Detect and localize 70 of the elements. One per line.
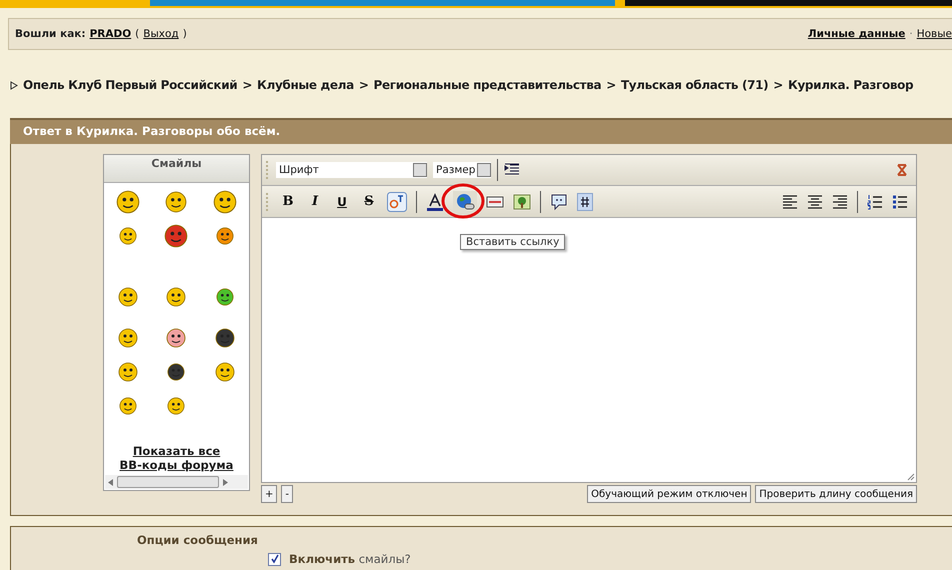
- triangle-icon: [10, 80, 18, 90]
- format-button[interactable]: S: [360, 192, 378, 212]
- image-icon[interactable]: [513, 194, 531, 210]
- smiley-icon[interactable]: [165, 191, 188, 213]
- breadcrumb-link[interactable]: Тульская область (71): [620, 78, 768, 92]
- paren: (: [135, 28, 140, 40]
- smilies-title: Смайлы: [104, 155, 249, 183]
- action-button[interactable]: Обучающий режим отключен: [587, 485, 752, 503]
- action-button[interactable]: Проверить длину сообщения: [755, 485, 917, 503]
- message-textarea[interactable]: Вставить ссылку: [262, 218, 916, 482]
- smiley-icon[interactable]: [116, 190, 140, 214]
- show-all-link[interactable]: Показать все: [132, 444, 220, 458]
- username-link[interactable]: PRADO: [90, 28, 132, 40]
- align-center-icon[interactable]: [807, 194, 823, 208]
- nav-link[interactable]: Новые: [916, 28, 952, 40]
- separator-dot: ·: [909, 28, 913, 40]
- smiley-icon[interactable]: [118, 328, 138, 348]
- smiley-icon[interactable]: [166, 328, 186, 348]
- bbcodes-link[interactable]: BB-коды форума: [120, 458, 234, 472]
- tooltip: Вставить ссылку: [460, 234, 566, 250]
- logout-link[interactable]: Выход: [143, 28, 179, 40]
- format-button[interactable]: U: [333, 192, 351, 212]
- smiley-icon[interactable]: [166, 287, 186, 307]
- format-button[interactable]: I: [306, 192, 324, 212]
- smiley-icon[interactable]: [212, 190, 237, 214]
- format-button[interactable]: B: [279, 192, 297, 212]
- options-title: Опции сообщения: [137, 533, 259, 547]
- login-label: Вошли как:: [15, 28, 86, 40]
- font-select[interactable]: Шрифт: [276, 162, 427, 178]
- smiley-icon[interactable]: [214, 328, 235, 348]
- smiley-icon[interactable]: [214, 362, 235, 382]
- nav-link[interactable]: Личные данные: [808, 28, 906, 40]
- scroll-left-icon[interactable]: [108, 478, 113, 486]
- text-color-icon[interactable]: [426, 192, 444, 210]
- align-left-icon[interactable]: [782, 194, 798, 208]
- annotation-circle: [440, 182, 486, 222]
- breadcrumb-link[interactable]: Региональные представительства: [374, 78, 602, 92]
- paren: ): [182, 28, 187, 40]
- smiley-icon[interactable]: [216, 227, 234, 245]
- resize-button[interactable]: +: [261, 485, 278, 503]
- smiley-icon[interactable]: [216, 288, 234, 306]
- breadcrumb-separator: >: [358, 78, 369, 92]
- breadcrumb-link[interactable]: Опель Клуб Первый Российский: [23, 78, 238, 92]
- smiley-icon[interactable]: [167, 363, 186, 381]
- breadcrumb-separator: >: [606, 78, 616, 92]
- indent-icon[interactable]: [504, 163, 520, 177]
- smiley-icon[interactable]: [167, 397, 186, 415]
- smiley-icon[interactable]: [118, 362, 138, 382]
- smiley-icon[interactable]: [119, 227, 138, 245]
- scroll-right-icon[interactable]: [223, 478, 228, 486]
- breadcrumb-link[interactable]: Клубные дела: [257, 78, 354, 92]
- size-select[interactable]: Размер: [433, 162, 492, 178]
- breadcrumb-link[interactable]: Курилка. Разговор: [788, 78, 914, 92]
- resize-button[interactable]: -: [281, 485, 293, 503]
- reply-header: Ответ в Курилка. Разговоры обо всём.: [10, 118, 952, 144]
- smiley-icon[interactable]: [119, 397, 138, 415]
- bullet-list-icon[interactable]: [892, 194, 908, 210]
- breadcrumb-separator: >: [242, 78, 252, 92]
- globe-link-icon[interactable]: [455, 192, 475, 210]
- checkbox-label: Включить смайлы?: [289, 552, 411, 566]
- code-hash-icon[interactable]: [577, 192, 593, 210]
- checkbox[interactable]: [268, 552, 281, 566]
- smiley-icon[interactable]: [164, 224, 188, 248]
- smiley-icon[interactable]: [118, 287, 138, 307]
- numbered-list-icon[interactable]: [867, 194, 883, 210]
- quote-icon[interactable]: [550, 192, 568, 210]
- horizontal-scrollbar[interactable]: [105, 475, 248, 489]
- align-right-icon[interactable]: [832, 194, 848, 208]
- resize-handle-icon[interactable]: [907, 473, 915, 481]
- breadcrumb-separator: >: [773, 78, 783, 92]
